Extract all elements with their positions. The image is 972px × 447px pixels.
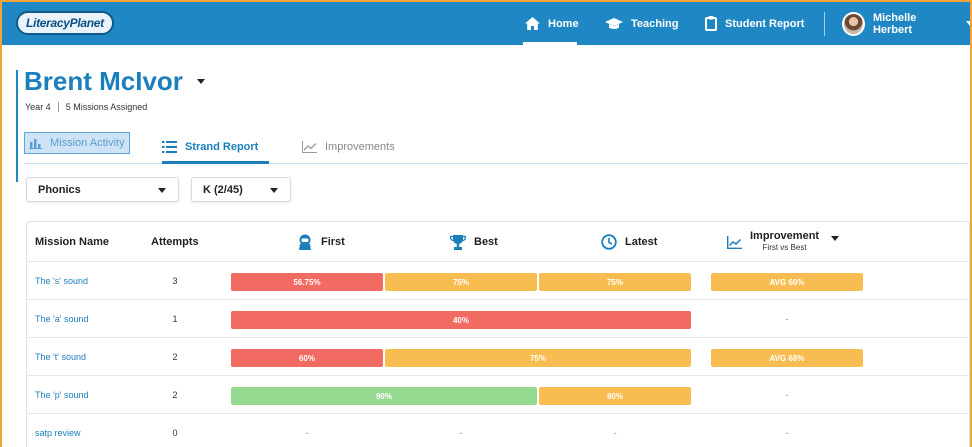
nav-teaching[interactable]: Teaching <box>605 2 678 45</box>
improvement-header-text: Improvement First vs Best <box>750 230 819 254</box>
improvement-value: AVG 68% <box>711 349 863 367</box>
header-sublabel: First vs Best <box>762 243 807 252</box>
meta-divider <box>57 102 59 112</box>
attempts-value: 0 <box>172 428 178 438</box>
column-header-attempts: Attempts <box>151 222 199 262</box>
home-icon <box>525 17 540 30</box>
tab-mission-activity-label: Mission Activity <box>50 137 125 149</box>
column-header-improvement[interactable]: Improvement First vs Best <box>727 222 840 262</box>
logo-text: LiteracyPlanet <box>26 16 104 30</box>
user-avatar <box>842 11 865 36</box>
mission-name-link[interactable]: The 'a' sound <box>35 300 88 338</box>
nav-home[interactable]: Home <box>525 2 579 45</box>
table-row: The 't' sound 2 60% 75% AVG 68% <box>27 337 969 375</box>
chevron-down-icon <box>196 79 205 84</box>
nav-teaching-label: Teaching <box>631 17 679 30</box>
score-best: 75% <box>385 273 537 291</box>
nav-student-report[interactable]: Student Report <box>705 2 804 45</box>
score-first-best: 90% <box>231 387 537 405</box>
improvement-value: - <box>785 390 789 400</box>
score-first-best-latest: 40% <box>231 311 691 329</box>
student-selector[interactable]: Brent McIvor <box>24 66 205 97</box>
header-label: Best <box>474 236 498 248</box>
improvement-value: AVG 60% <box>711 273 863 291</box>
literacy-planet-logo[interactable]: LiteracyPlanet <box>16 11 114 35</box>
header-accent-line <box>16 70 18 182</box>
column-header-best: Best <box>450 222 498 262</box>
strand-report-table: Mission Name Attempts First Best Latest … <box>26 221 970 447</box>
list-icon <box>162 140 177 153</box>
nav-home-label: Home <box>548 17 579 30</box>
app-frame: LiteracyPlanet Home Teaching Student Rep… <box>0 0 972 447</box>
tab-active-indicator <box>162 161 269 164</box>
strand-select[interactable]: Phonics <box>26 177 179 202</box>
score-best: - <box>459 428 463 438</box>
level-select-value: K (2/45) <box>203 183 243 196</box>
improvement-value: - <box>785 314 789 324</box>
top-navigation-bar: LiteracyPlanet Home Teaching Student Rep… <box>2 2 970 45</box>
mission-name-link[interactable]: satp review <box>35 414 81 447</box>
mission-name-link[interactable]: The 't' sound <box>35 338 86 376</box>
clock-icon <box>601 234 617 250</box>
student-name: Brent McIvor <box>24 66 183 96</box>
column-header-latest: Latest <box>601 222 657 262</box>
attempts-value: 2 <box>172 352 178 362</box>
score-latest: 80% <box>539 387 691 405</box>
chevron-down-icon <box>966 21 970 26</box>
strand-select-value: Phonics <box>38 183 81 196</box>
nav-active-indicator <box>523 42 577 45</box>
score-first: 56.75% <box>231 273 383 291</box>
header-label: Attempts <box>151 236 199 248</box>
chevron-down-icon <box>158 188 166 193</box>
column-header-first: First <box>297 222 345 262</box>
student-year: Year 4 <box>25 102 51 112</box>
header-label: First <box>321 236 345 248</box>
report-tabs: Mission Activity Strand Report Improveme… <box>24 129 968 164</box>
attempts-value: 1 <box>172 314 178 324</box>
tab-mission-activity[interactable]: Mission Activity <box>24 132 130 154</box>
nav-student-report-label: Student Report <box>725 17 805 30</box>
graduation-cap-icon <box>605 17 623 29</box>
header-label: Improvement <box>750 230 820 242</box>
table-row: satp review 0 - - - - <box>27 413 969 447</box>
attempts-value: 2 <box>172 390 178 400</box>
chevron-down-icon <box>831 236 840 241</box>
header-label: Latest <box>625 236 658 248</box>
tab-strand-report-label: Strand Report <box>185 140 259 153</box>
table-row: The 'a' sound 1 40% - <box>27 299 969 337</box>
column-header-mission-name: Mission Name <box>35 222 109 262</box>
chevron-down-icon <box>270 188 278 193</box>
student-meta: Year 4 5 Missions Assigned <box>25 102 147 112</box>
astronaut-icon <box>299 234 311 250</box>
score-best-latest: 75% <box>385 349 691 367</box>
user-menu[interactable]: Michelle Herbert <box>842 2 970 45</box>
score-first: - <box>305 428 309 438</box>
header-label: Mission Name <box>35 236 109 248</box>
level-select[interactable]: K (2/45) <box>191 177 291 202</box>
bar-chart-icon <box>29 138 42 149</box>
attempts-value: 3 <box>172 276 178 286</box>
tab-improvements-label: Improvements <box>325 140 395 153</box>
trophy-icon <box>450 234 466 250</box>
score-first: 60% <box>231 349 383 367</box>
table-row: The 's' sound 3 56.75% 75% 75% AVG 60% <box>27 261 969 299</box>
mission-name-link[interactable]: The 'p' sound <box>35 376 88 414</box>
tab-strand-report[interactable]: Strand Report <box>162 129 258 164</box>
line-chart-icon <box>302 140 317 153</box>
user-name: Michelle Herbert <box>872 11 917 36</box>
missions-assigned: 5 Missions Assigned <box>65 102 148 112</box>
nav-divider <box>824 12 825 36</box>
improvement-value: - <box>785 428 789 438</box>
line-chart-icon <box>727 235 742 249</box>
tab-improvements[interactable]: Improvements <box>302 129 395 164</box>
table-row: The 'p' sound 2 90% 80% - <box>27 375 969 413</box>
score-latest: 75% <box>539 273 691 291</box>
score-latest: - <box>613 428 617 438</box>
mission-name-link[interactable]: The 's' sound <box>35 262 88 300</box>
clipboard-icon <box>705 16 717 31</box>
